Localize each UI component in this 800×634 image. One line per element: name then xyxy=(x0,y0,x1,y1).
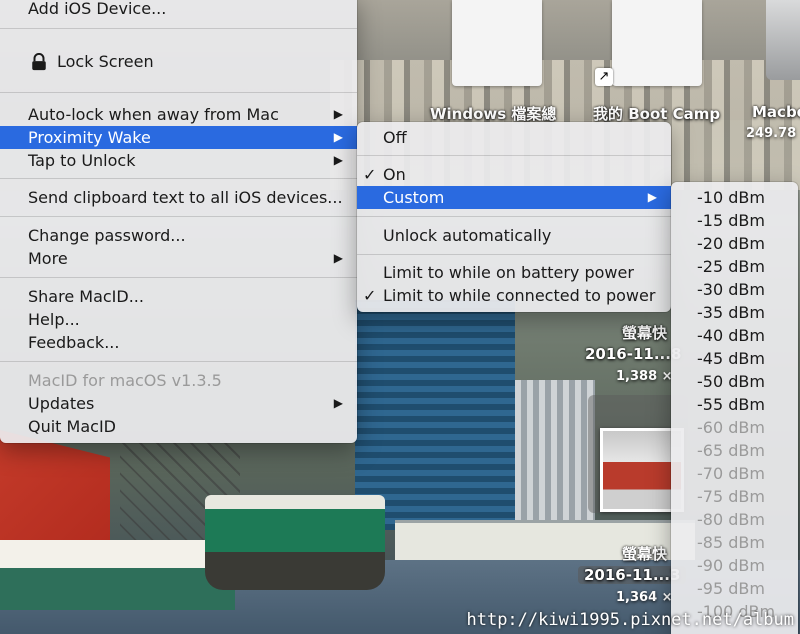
menu-item-dbm-disabled: -85 dBm xyxy=(697,533,765,552)
menu-item-change-password[interactable]: Change password... xyxy=(0,224,357,247)
menu-item-share-macid[interactable]: Share MacID... xyxy=(0,285,357,308)
menu-item-dbm[interactable]: -55 dBm xyxy=(671,393,798,416)
desktop-icon-dimensions: 1,364 × xyxy=(616,590,673,605)
desktop-icon-dimensions: 1,388 × xyxy=(616,369,673,384)
chevron-right-icon: ▶ xyxy=(333,153,343,167)
menu-item-dbm-disabled: -60 dBm xyxy=(697,418,765,437)
desktop-icon-size: 249.78 xyxy=(746,126,797,141)
menu-item-lock-screen[interactable]: Lock Screen xyxy=(0,50,357,73)
menu-separator xyxy=(0,216,357,217)
chevron-right-icon: ▶ xyxy=(333,396,343,410)
lock-icon xyxy=(32,53,46,71)
menu-item-dbm[interactable]: -20 dBm xyxy=(671,232,798,255)
menu-item-tap-to-unlock[interactable]: Tap to Unlock ▶ xyxy=(0,149,357,172)
menu-item-proximity-wake[interactable]: Proximity Wake ▶ xyxy=(0,126,357,149)
menu-item-dbm-disabled: -75 dBm xyxy=(697,487,765,506)
menu-item-add-ios-device[interactable]: Add iOS Device... xyxy=(0,0,357,20)
alias-arrow-icon: ↗ xyxy=(595,68,613,86)
wallpaper-tower-2 xyxy=(515,380,595,540)
menu-item-dbm[interactable]: -30 dBm xyxy=(671,278,798,301)
menu-separator xyxy=(0,361,357,362)
menu-item-send-clipboard[interactable]: Send clipboard text to all iOS devices..… xyxy=(0,186,357,209)
menu-item-dbm[interactable]: -50 dBm xyxy=(671,370,798,393)
menu-item-dbm[interactable]: -45 dBm xyxy=(671,347,798,370)
menu-separator xyxy=(0,277,357,278)
menu-item-dbm[interactable]: -40 dBm xyxy=(671,324,798,347)
menu-separator xyxy=(0,28,357,29)
menu-item-quit[interactable]: Quit MacID xyxy=(0,415,357,438)
menu-item-unlock-automatically[interactable]: Unlock automatically xyxy=(357,224,671,247)
menu-item-auto-lock[interactable]: Auto-lock when away from Mac ▶ xyxy=(0,103,357,126)
menu-item-dbm[interactable]: -15 dBm xyxy=(671,209,798,232)
menu-item-updates[interactable]: Updates ▶ xyxy=(0,392,357,415)
wallpaper-ferry-left xyxy=(0,540,235,610)
desktop-icon-label[interactable]: 螢幕快 xyxy=(622,322,667,343)
chevron-right-icon: ▶ xyxy=(333,130,343,144)
menu-item-dbm-disabled: -65 dBm xyxy=(697,441,765,460)
menu-item-version: MacID for macOS v1.3.5 xyxy=(28,371,222,390)
desktop-icon-date: 2016-11...8 xyxy=(585,345,682,363)
menu-item-limit-power[interactable]: ✓ Limit to while connected to power xyxy=(357,284,671,307)
menu-separator xyxy=(357,216,671,217)
chevron-right-icon: ▶ xyxy=(333,107,343,121)
menu-separator xyxy=(0,178,357,179)
menu-item-dbm[interactable]: -35 dBm xyxy=(671,301,798,324)
menu-item-dbm[interactable]: -10 dBm xyxy=(671,186,798,209)
custom-dbm-submenu: -10 dBm -15 dBm -20 dBm -25 dBm -30 dBm … xyxy=(671,182,798,634)
desktop-icon-label[interactable]: 我的 Boot Camp xyxy=(593,103,720,124)
menu-item-dbm-disabled: -80 dBm xyxy=(697,510,765,529)
menu-item-help[interactable]: Help... xyxy=(0,308,357,331)
menu-separator xyxy=(0,92,357,93)
hard-drive-icon[interactable] xyxy=(766,0,800,80)
menu-item-custom[interactable]: Custom ▶ xyxy=(357,186,671,209)
wallpaper-junk-sail xyxy=(0,430,110,540)
menu-item-dbm-disabled: -70 dBm xyxy=(697,464,765,483)
checkmark-icon: ✓ xyxy=(363,165,377,184)
wallpaper-ferry xyxy=(205,495,385,590)
menu-item-dbm-disabled: -95 dBm xyxy=(697,579,765,598)
desktop-icon-label[interactable]: Macbo xyxy=(752,103,800,121)
menu-separator xyxy=(357,254,671,255)
macid-menu: Add iOS Device... Lock Screen Auto-lock … xyxy=(0,0,357,443)
desktop-icon-label[interactable]: Windows 檔案總 xyxy=(430,103,556,124)
desktop-icon-label[interactable]: 螢幕快 xyxy=(622,543,667,564)
menu-separator xyxy=(357,155,671,156)
watermark-url: http://kiwi1995.pixnet.net/album xyxy=(466,610,794,630)
bootcamp-folder-icon[interactable] xyxy=(612,0,702,86)
proximity-wake-submenu: Off ✓ On Custom ▶ Unlock automatically Lim… xyxy=(357,122,671,312)
menu-item-dbm-disabled: -90 dBm xyxy=(697,556,765,575)
menu-item-on[interactable]: ✓ On xyxy=(357,163,671,186)
menu-item-off[interactable]: Off xyxy=(357,126,671,149)
menu-item-feedback[interactable]: Feedback... xyxy=(0,331,357,354)
menu-item-dbm[interactable]: -25 dBm xyxy=(671,255,798,278)
menu-item-limit-battery[interactable]: Limit to while on battery power xyxy=(357,261,671,284)
menu-item-more[interactable]: More ▶ xyxy=(0,247,357,270)
chevron-right-icon: ▶ xyxy=(647,190,657,204)
windows-files-icon[interactable] xyxy=(452,0,542,86)
checkmark-icon: ✓ xyxy=(363,286,377,305)
chevron-right-icon: ▶ xyxy=(333,251,343,265)
